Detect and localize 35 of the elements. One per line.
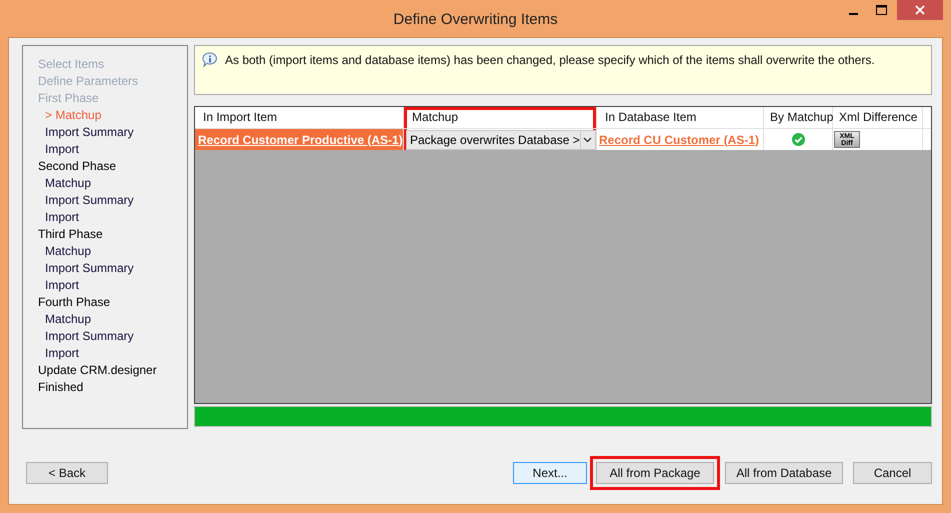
matchup-dropdown[interactable]: Package overwrites Database > — [406, 130, 596, 150]
info-message: As both (import items and database items) has been changed, please specify which of the items shall overwrite the others. — [225, 52, 875, 67]
window-title: Define Overwriting Items — [392, 10, 559, 28]
column-header[interactable]: Matchup — [404, 107, 597, 128]
step-item[interactable]: Matchup — [45, 311, 92, 328]
step-item[interactable]: Import — [45, 141, 80, 158]
step-item[interactable]: Import Summary — [45, 192, 134, 209]
maximize-icon — [876, 5, 886, 15]
dialog-button[interactable]: Next... — [513, 462, 587, 484]
step-item[interactable]: Import Summary — [45, 124, 134, 141]
column-header[interactable]: Xml Difference — [833, 107, 923, 128]
step-item[interactable]: Update CRM.designer — [38, 362, 157, 379]
step-item[interactable]: Matchup — [45, 175, 92, 192]
dialog-button[interactable]: All from Database — [725, 462, 843, 484]
chevron-down-icon — [583, 136, 592, 142]
step-item[interactable]: Import Summary — [45, 328, 134, 345]
column-header[interactable]: By Matchup — [764, 107, 833, 128]
column-header[interactable]: In Database Item — [597, 107, 764, 128]
step-item[interactable]: Matchup — [45, 243, 92, 260]
dialog-button[interactable]: < Back — [26, 462, 108, 484]
step-item[interactable]: Fourth Phase — [38, 294, 110, 311]
minimize-icon — [848, 12, 858, 14]
close-button[interactable] — [897, 0, 943, 20]
step-item[interactable]: Import — [45, 345, 80, 362]
step-item[interactable]: Finished — [38, 379, 84, 396]
step-item[interactable]: Import — [45, 277, 80, 294]
dialog-button[interactable]: Cancel — [853, 462, 932, 484]
step-item[interactable]: Second Phase — [38, 158, 116, 175]
info-icon — [202, 52, 218, 68]
column-header[interactable]: In Import Item — [195, 107, 404, 128]
dialog-button[interactable]: All from Package — [596, 462, 714, 484]
close-icon — [915, 5, 925, 15]
step-item[interactable]: Third Phase — [38, 226, 103, 243]
step-item[interactable]: Import — [45, 209, 80, 226]
step-item[interactable]: Import Summary — [45, 260, 134, 277]
